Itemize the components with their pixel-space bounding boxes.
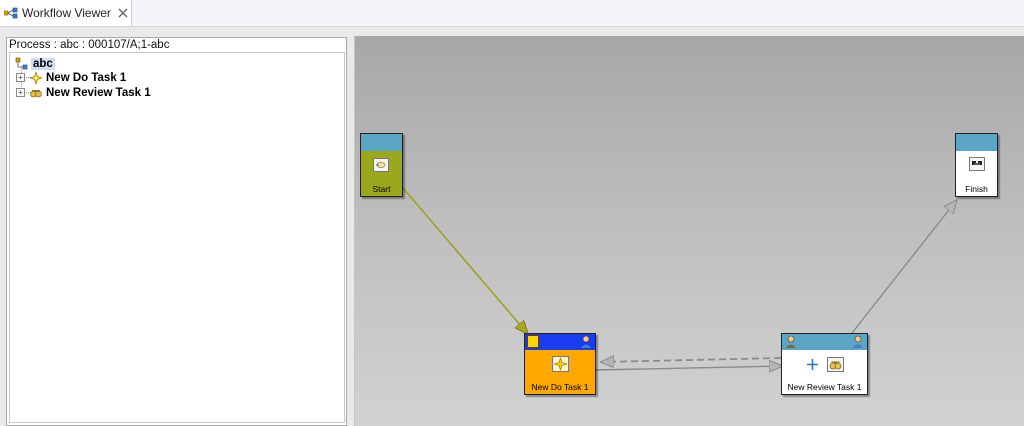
process-tree-panel: Process : abc : 000107/A;1-abc abc + New…	[6, 37, 347, 426]
do-task-node-header	[525, 334, 595, 350]
finish-flag-icon	[969, 157, 985, 171]
process-root-icon	[15, 57, 29, 71]
assignee-icon	[580, 335, 592, 348]
review-task-node[interactable]: New Review Task 1	[781, 333, 868, 395]
finish-node-header	[956, 134, 997, 151]
workflow-icon	[3, 6, 18, 20]
tree-root-item[interactable]: abc	[15, 56, 55, 71]
process-title: Process : abc : 000107/A;1-abc	[9, 39, 170, 51]
tree-item-review-task[interactable]: + New Review Task 1	[16, 85, 151, 100]
finish-node-label: Finish	[965, 184, 988, 194]
tree-root-label: abc	[31, 57, 55, 70]
editor-tab-bar: Workflow Viewer	[0, 0, 1024, 27]
close-icon[interactable]	[117, 7, 129, 19]
tree-item-do-task[interactable]: + New Do Task 1	[16, 70, 126, 85]
workflow-edges	[402, 187, 1024, 426]
task-status-icon	[527, 335, 539, 348]
start-icon	[373, 158, 389, 172]
do-task-node[interactable]: New Do Task 1	[524, 333, 596, 395]
edge-review-to-finish	[851, 201, 956, 334]
finish-node[interactable]: Finish	[955, 133, 998, 197]
review-task-node-header	[782, 334, 867, 350]
start-node-label: Start	[372, 184, 391, 194]
start-node[interactable]: Start	[360, 133, 403, 197]
plus-icon	[806, 358, 819, 371]
tree-item-label: New Review Task 1	[46, 86, 151, 99]
do-task-node-label: New Do Task 1	[531, 382, 589, 392]
reviewer-group-icon	[785, 335, 797, 348]
workflow-diagram-canvas[interactable]: Start Finish New Do Task 1 New Review Ta…	[354, 36, 1024, 426]
start-node-header	[361, 134, 402, 151]
process-tree[interactable]: abc + New Do Task 1 + New Review Task 1	[9, 52, 345, 423]
edge-do-to-review	[595, 366, 781, 370]
expand-icon[interactable]: +	[16, 88, 25, 97]
workflow-viewer-content: Process : abc : 000107/A;1-abc abc + New…	[0, 27, 1024, 426]
review-task-icon	[29, 86, 43, 100]
tree-item-label: New Do Task 1	[46, 71, 127, 84]
tab-workflow-viewer[interactable]: Workflow Viewer	[0, 0, 132, 26]
tab-label: Workflow Viewer	[22, 6, 111, 20]
review-task-node-label: New Review Task 1	[787, 382, 862, 392]
do-task-icon	[552, 356, 569, 372]
do-task-icon	[29, 70, 43, 85]
edge-start-to-do-task	[402, 187, 527, 333]
assignee-icon	[852, 335, 864, 348]
edge-review-to-do-rework	[602, 358, 782, 362]
review-task-icon	[827, 357, 844, 372]
expand-icon[interactable]: +	[16, 73, 25, 82]
